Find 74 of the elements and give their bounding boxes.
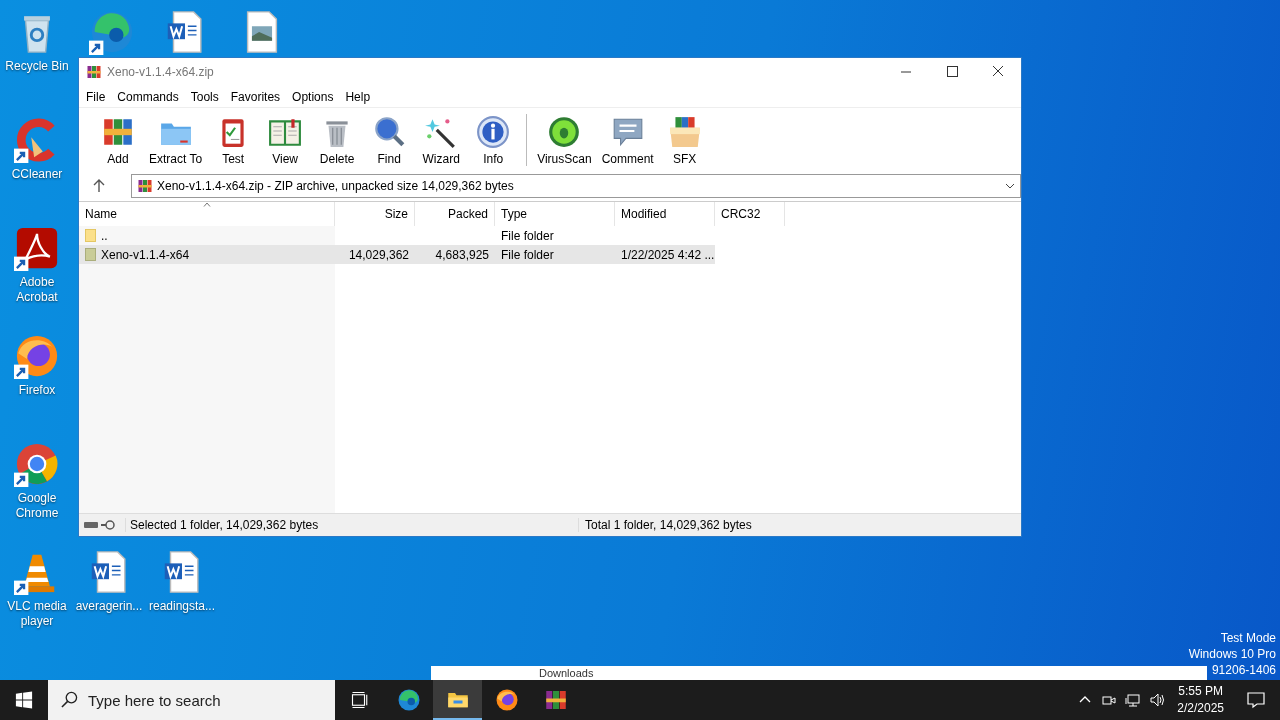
sort-caret-icon: [202, 202, 211, 207]
os-watermark-text: Test Mode: [1220, 630, 1276, 646]
chevron-down-icon: [1005, 183, 1015, 189]
table-cell: ..: [101, 228, 108, 243]
table-cell: File folder: [501, 228, 554, 243]
column-header[interactable]: CRC32: [715, 202, 785, 226]
clock-date[interactable]: 2/2/2025: [1177, 700, 1224, 717]
table-cell: File folder: [501, 247, 554, 262]
menu-item[interactable]: Commands: [116, 87, 180, 106]
column-header[interactable]: Modified: [615, 202, 715, 226]
desktop-icon-label[interactable]: Google Chrome: [0, 491, 74, 521]
toolbar-button[interactable]: Add: [93, 112, 143, 168]
desktop-icon-label[interactable]: VLC media player: [0, 599, 74, 629]
folder-icon: [85, 229, 96, 242]
column-header[interactable]: Packed: [415, 202, 495, 226]
column-header[interactable]: Type: [495, 202, 615, 226]
desktop-icon-label[interactable]: Recycle Bin: [5, 59, 69, 74]
path-dropdown[interactable]: Xeno-v1.1.4-x64.zip - ZIP archive, unpacked size 14,029,362 bytes: [131, 174, 1021, 198]
swirl-browser-icon: [396, 688, 421, 712]
toolbar-button[interactable]: VirusScan: [533, 112, 596, 168]
windows-start-icon[interactable]: [15, 691, 33, 709]
books-stack-icon: [543, 688, 568, 712]
notification-icon[interactable]: [1246, 690, 1266, 710]
up-arrow-icon[interactable]: [93, 179, 105, 193]
desktop-icon-label[interactable]: Firefox: [18, 383, 56, 398]
magnifier-icon: [372, 114, 407, 149]
toolbar-button[interactable]: Extract To: [145, 112, 207, 168]
os-watermark-text: Windows 10 Pro: [1188, 646, 1276, 662]
box-books-icon: [667, 114, 702, 149]
toolbar-button[interactable]: Info: [468, 112, 519, 168]
books-stack-icon: [137, 178, 153, 194]
desktop-icon-label[interactable]: averagerin...: [75, 599, 143, 614]
table-cell: 4,683,925: [435, 247, 489, 262]
menu-item[interactable]: Favorites: [229, 87, 282, 106]
fox-globe-icon[interactable]: [14, 333, 60, 379]
info-icon: [476, 114, 511, 149]
os-watermark-text: 91206-1406: [1211, 662, 1276, 678]
active-taskbar-app[interactable]: [433, 680, 482, 720]
table-cell: Xeno-v1.1.4-x64: [101, 247, 190, 262]
swirl-browser-icon[interactable]: [89, 9, 135, 55]
bug-circle-icon: [547, 114, 582, 149]
window-title: Downloads: [539, 666, 594, 680]
volume-icon[interactable]: [1149, 692, 1166, 708]
fox-globe-icon: [494, 688, 519, 712]
books-stack-icon: [86, 64, 102, 80]
file-row[interactable]: .. File folder: [79, 226, 715, 245]
table-cell: 14,029,362: [348, 247, 409, 262]
search-icon: [61, 691, 78, 708]
network-icon[interactable]: [1125, 692, 1142, 708]
toolbar-button[interactable]: Delete: [312, 112, 363, 168]
desktop-icon-label[interactable]: CCleaner: [11, 167, 63, 182]
menu-item[interactable]: Help: [344, 87, 372, 106]
table-cell: 1/22/2025 4:42 ...: [621, 247, 715, 262]
desktop-icon-label[interactable]: Adobe Acrobat: [0, 275, 74, 305]
selected-row[interactable]: Xeno-v1.1.4-x64 14,029,362 4,683,925 File folder 1/22/2025 4:42 ...: [79, 245, 715, 264]
window-title: Xeno-v1.1.4-x64.zip: [107, 65, 214, 79]
menu-item[interactable]: Tools: [189, 87, 220, 106]
toolbar-button[interactable]: Test: [208, 112, 259, 168]
toolbar-button[interactable]: Comment: [597, 112, 658, 168]
desktop-icon-label[interactable]: readingsta...: [148, 599, 215, 614]
search-field[interactable]: Type here to search: [48, 680, 335, 720]
status-text: Total 1 folder, 14,029,362 bytes: [578, 518, 752, 532]
toolbar-button[interactable]: View: [260, 112, 311, 168]
column-header[interactable]: Size: [335, 202, 415, 226]
toolbar-button[interactable]: Find: [364, 112, 415, 168]
status-text: Selected 1 folder, 14,029,362 bytes: [125, 518, 578, 532]
menu-item[interactable]: File: [85, 87, 107, 106]
pdf-app-icon[interactable]: [14, 225, 60, 271]
folder-icon: [85, 248, 96, 261]
menu-item[interactable]: Options: [291, 87, 335, 106]
clock-time[interactable]: 5:55 PM: [1178, 683, 1223, 700]
toolbar-button[interactable]: Wizard: [416, 112, 467, 168]
round-browser-icon[interactable]: [14, 441, 60, 487]
toolbar-button[interactable]: SFX: [659, 112, 710, 168]
